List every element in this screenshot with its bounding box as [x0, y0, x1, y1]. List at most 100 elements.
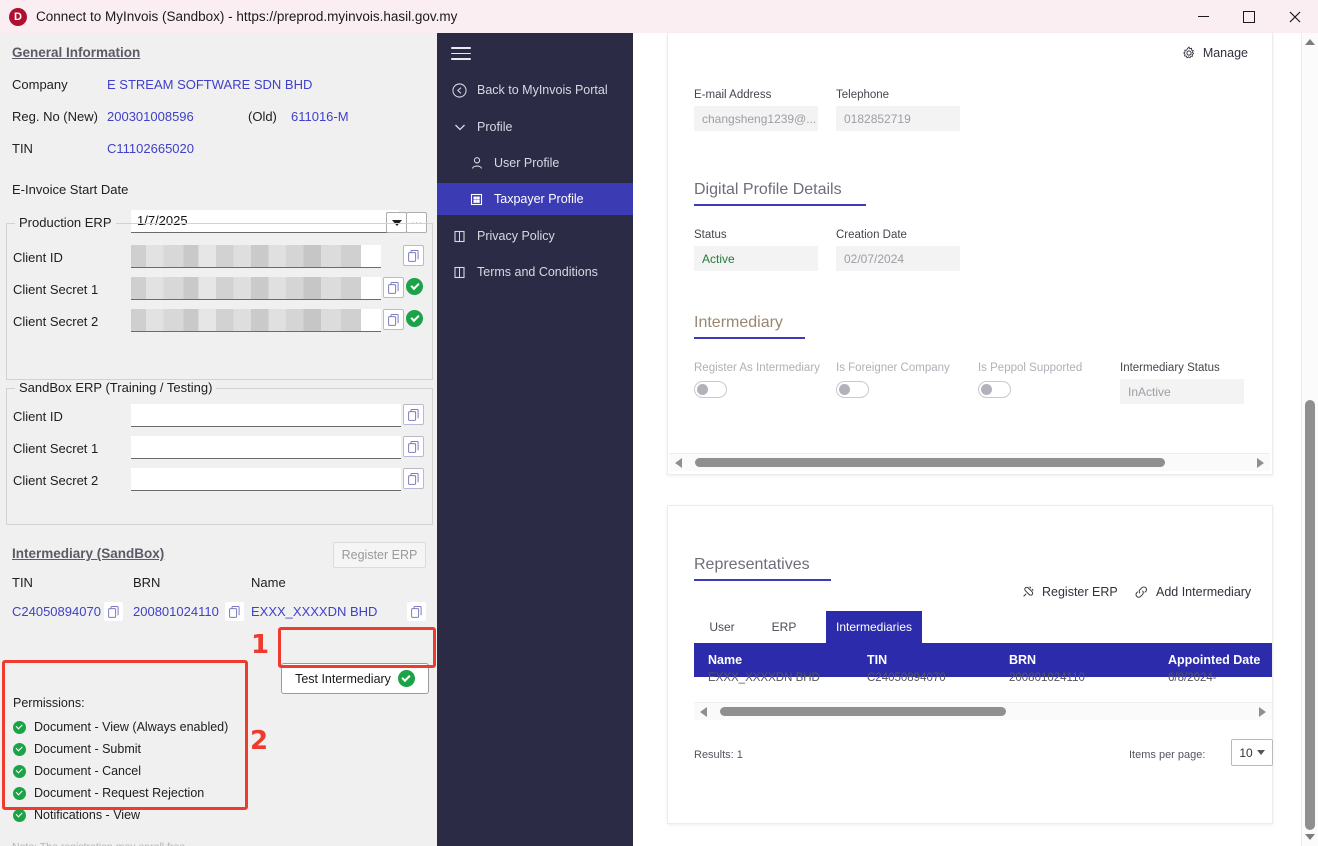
check-icon	[13, 721, 26, 734]
permission-label: Document - Submit	[34, 742, 141, 756]
register-erp-button[interactable]: Register ERP	[333, 542, 426, 568]
copy-icon[interactable]	[403, 468, 424, 489]
sidebar-item-back-to-portal[interactable]: Back to MyInvois Portal	[437, 74, 633, 106]
production-client-secret1-label: Client Secret 1	[13, 282, 98, 297]
production-erp-title: Production ERP	[15, 215, 116, 230]
production-client-id-label: Client ID	[13, 250, 63, 265]
copy-icon[interactable]	[403, 404, 424, 425]
close-button[interactable]	[1272, 0, 1318, 33]
sidebar-item-label: Terms and Conditions	[477, 265, 598, 279]
register-as-intermediary-toggle[interactable]	[694, 381, 727, 398]
sidebar-item-user-profile[interactable]: User Profile	[437, 147, 633, 179]
intermediary-horizontal-scrollbar[interactable]	[669, 453, 1270, 471]
telephone-field[interactable]: 0182852719	[836, 106, 960, 131]
permission-item: Notifications - View	[13, 808, 140, 822]
scroll-left-icon[interactable]	[675, 458, 682, 468]
production-client-secret1-input[interactable]	[131, 277, 381, 300]
sandbox-client-id-input[interactable]	[131, 404, 401, 427]
scrollbar-thumb[interactable]	[1305, 400, 1315, 830]
intermediary-brn-value: 200801024110	[133, 604, 219, 619]
title-bar: Connect to MyInvois (Sandbox) - https://…	[0, 0, 1318, 34]
chevron-down-icon	[1257, 750, 1265, 755]
copy-icon[interactable]	[383, 277, 404, 298]
copy-icon[interactable]	[104, 602, 123, 621]
sandbox-erp-group: SandBox ERP (Training / Testing) Client …	[6, 388, 433, 525]
copy-icon[interactable]	[225, 602, 244, 621]
copy-icon[interactable]	[403, 436, 424, 457]
verified-check-icon	[406, 310, 423, 327]
cell-brn: 200801024110	[1009, 672, 1085, 684]
minimize-button[interactable]	[1180, 0, 1226, 33]
sandbox-client-id-label: Client ID	[13, 409, 63, 424]
add-intermediary-action[interactable]: Add Intermediary	[1134, 585, 1251, 599]
sidebar-item-label: Profile	[477, 120, 512, 134]
is-peppol-supported-toggle[interactable]	[978, 381, 1011, 398]
portal-sidebar: Back to MyInvois Portal Profile User Pro…	[437, 33, 633, 846]
scroll-right-icon[interactable]	[1257, 458, 1264, 468]
scroll-left-icon[interactable]	[700, 707, 707, 717]
test-intermediary-button[interactable]: Test Intermediary	[281, 663, 429, 694]
tab-intermediaries[interactable]: Intermediaries	[826, 611, 922, 643]
is-peppol-supported-label: Is Peppol Supported	[978, 362, 1082, 374]
sidebar-item-terms-and-conditions[interactable]: Terms and Conditions	[437, 256, 633, 288]
verified-check-icon	[406, 278, 423, 295]
sidebar-item-taxpayer-profile[interactable]: Taxpayer Profile	[437, 183, 633, 215]
general-information-heading: General Information	[12, 45, 140, 60]
company-value: E STREAM SOFTWARE SDN BHD	[107, 77, 312, 92]
sidebar-item-label: Privacy Policy	[477, 229, 555, 243]
window-controls	[1180, 0, 1318, 33]
is-foreigner-company-toggle[interactable]	[836, 381, 869, 398]
scroll-right-icon[interactable]	[1259, 707, 1266, 717]
scroll-up-icon[interactable]	[1305, 39, 1315, 45]
status-value: Active	[694, 246, 818, 271]
manage-label: Manage	[1203, 46, 1248, 60]
sidebar-item-profile[interactable]: Profile	[437, 111, 633, 143]
sandbox-client-secret2-input[interactable]	[131, 468, 401, 491]
register-erp-action[interactable]: Register ERP	[1021, 585, 1118, 599]
scrollbar-thumb[interactable]	[695, 458, 1165, 467]
link-icon	[1134, 585, 1149, 599]
app-logo-icon	[9, 8, 27, 26]
hamburger-menu-icon[interactable]	[451, 47, 471, 61]
sandbox-client-secret2-label: Client Secret 2	[13, 473, 98, 488]
sidebar-item-label: Back to MyInvois Portal	[477, 83, 608, 97]
profile-details-card: Manage E-mail Address changsheng1239@...…	[667, 33, 1273, 475]
intermediary-name-value: EXXX_XXXXDN BHD	[251, 604, 377, 619]
sandbox-client-secret1-input[interactable]	[131, 436, 401, 459]
items-per-page-value: 10	[1239, 746, 1252, 760]
intermediary-sandbox-heading: Intermediary (SandBox)	[12, 546, 164, 561]
scroll-down-icon[interactable]	[1305, 834, 1315, 840]
register-as-intermediary-label: Register As Intermediary	[694, 362, 820, 374]
person-icon	[468, 156, 485, 170]
peppol-note-line1: Note: The registration may enroll free	[12, 841, 185, 846]
tin-value: C11102665020	[107, 141, 194, 156]
back-arrow-icon	[451, 83, 468, 98]
copy-icon[interactable]	[383, 309, 404, 330]
tab-erp[interactable]: ERP	[760, 611, 808, 643]
maximize-button[interactable]	[1226, 0, 1272, 33]
reg-no-old-label: (Old)	[248, 109, 277, 124]
creation-date-field[interactable]: 02/07/2024	[836, 246, 960, 271]
intermediary-brn-header: BRN	[133, 575, 160, 590]
sidebar-item-label: Taxpayer Profile	[494, 192, 584, 206]
table-horizontal-scrollbar[interactable]	[694, 702, 1272, 720]
email-address-field[interactable]: changsheng1239@...	[694, 106, 818, 131]
company-label: Company	[12, 77, 68, 92]
permission-item: Document - Cancel	[13, 764, 141, 778]
page-vertical-scrollbar[interactable]	[1301, 33, 1318, 846]
reg-no-old-value: 611016-M	[291, 109, 349, 124]
copy-icon[interactable]	[407, 602, 426, 621]
tab-user[interactable]: User	[694, 611, 750, 643]
scrollbar-thumb[interactable]	[720, 707, 1006, 716]
manage-button[interactable]: Manage	[1182, 46, 1248, 60]
production-client-secret2-input[interactable]	[131, 309, 381, 332]
items-per-page-select[interactable]: 10	[1231, 739, 1273, 766]
representatives-card: Representatives Register ERP Add Interme…	[667, 505, 1273, 824]
permissions-title: Permissions:	[13, 696, 85, 710]
book-icon	[451, 266, 468, 279]
permission-label: Notifications - View	[34, 808, 140, 822]
sidebar-item-privacy-policy[interactable]: Privacy Policy	[437, 220, 633, 252]
production-client-secret2-label: Client Secret 2	[13, 314, 98, 329]
copy-icon[interactable]	[403, 245, 424, 266]
production-client-id-input[interactable]	[131, 245, 381, 268]
